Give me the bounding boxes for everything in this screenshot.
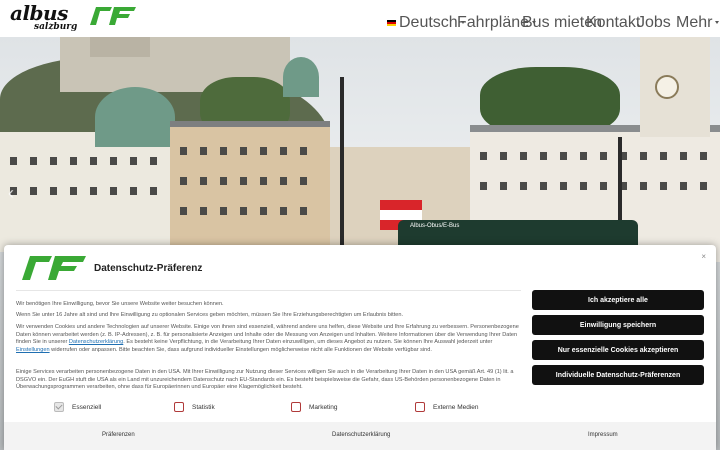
fortress-tower [90, 37, 150, 57]
windows [10, 187, 160, 195]
logo-subtitle: salzburg [34, 22, 78, 32]
bus-destination-display: Albus-Obus/E-Bus [410, 223, 460, 229]
consent-usa-notice: Einige Services verarbeiten personenbezo… [16, 369, 514, 391]
windows [180, 177, 320, 185]
jf-logo-icon [90, 7, 136, 25]
nav-label: Kontakt [586, 14, 641, 31]
nav-item-kontakt[interactable]: Kontakt [586, 14, 640, 32]
street-lamp [340, 77, 344, 267]
divider [16, 290, 521, 291]
privacy-policy-link[interactable]: Datenschutzerklärung [69, 339, 123, 345]
site-header: albus salzburg Deutsch Fahrpläne Bus mie… [0, 0, 720, 37]
consent-intro: Wir benötigen Ihre Einwilligung, bevor S… [16, 301, 224, 307]
checkbox-label: Externe Medien [433, 403, 479, 411]
windows [180, 147, 320, 155]
german-flag-icon [387, 19, 396, 26]
clock-icon [655, 75, 679, 99]
checkbox-label: Marketing [309, 403, 338, 411]
checkbox-icon [174, 402, 184, 412]
slider-prev-icon[interactable]: ‹ [8, 183, 14, 204]
accept-all-button[interactable]: Ich akzeptiere alle [532, 290, 704, 310]
save-consent-button[interactable]: Einwilligung speichern [532, 315, 704, 335]
jf-logo-icon [22, 256, 86, 280]
dialog-title: Datenschutz-Präferenz [94, 263, 203, 274]
language-selector[interactable]: Deutsch [387, 14, 465, 32]
checkbox-externe-medien[interactable]: Externe Medien [415, 402, 479, 412]
close-icon[interactable]: × [701, 252, 706, 261]
checkbox-label: Essenziell [72, 403, 102, 411]
windows [480, 152, 710, 160]
tower-dome [283, 57, 319, 97]
nav-label: Fahrpläne [457, 14, 530, 31]
windows [180, 207, 320, 215]
dialog-footer: Präferenzen Datenschutzerklärung Impress… [4, 422, 716, 450]
individual-preferences-button[interactable]: Individuelle Datenschutz-Präferenzen [532, 365, 704, 385]
language-label: Deutsch [399, 14, 458, 31]
nav-label: Jobs [637, 14, 671, 31]
cathedral-dome [95, 87, 175, 147]
albus-logo[interactable]: albus salzburg [10, 1, 138, 34]
chevron-down-icon [715, 21, 720, 25]
settings-link[interactable]: Einstellungen [16, 347, 50, 353]
nav-item-jobs[interactable]: Jobs [637, 14, 671, 32]
checkbox-icon [54, 402, 64, 412]
checkbox-statistik[interactable]: Statistik [174, 402, 215, 412]
windows [480, 182, 710, 190]
consent-age-notice: Wenn Sie unter 16 Jahre alt sind und Ihr… [16, 312, 404, 318]
windows [10, 157, 160, 165]
consent-cookie-info: Wir verwenden Cookies und andere Technol… [16, 324, 519, 353]
checkbox-marketing[interactable]: Marketing [291, 402, 338, 412]
nav-label: Mehr [676, 14, 713, 31]
checkbox-icon [291, 402, 301, 412]
footer-link-praeferenzen[interactable]: Präferenzen [102, 432, 135, 438]
checkbox-label: Statistik [192, 403, 215, 411]
checkbox-essenziell[interactable]: Essenziell [54, 402, 101, 412]
checkbox-icon [415, 402, 425, 412]
essential-only-button[interactable]: Nur essenzielle Cookies akzeptieren [532, 340, 704, 360]
footer-link-impressum[interactable]: Impressum [588, 432, 618, 438]
privacy-dialog: Datenschutz-Präferenz × Wir benötigen Ih… [4, 245, 716, 450]
nav-item-mehr[interactable]: Mehr [676, 14, 720, 32]
footer-link-datenschutz[interactable]: Datenschutzerklärung [332, 432, 390, 438]
